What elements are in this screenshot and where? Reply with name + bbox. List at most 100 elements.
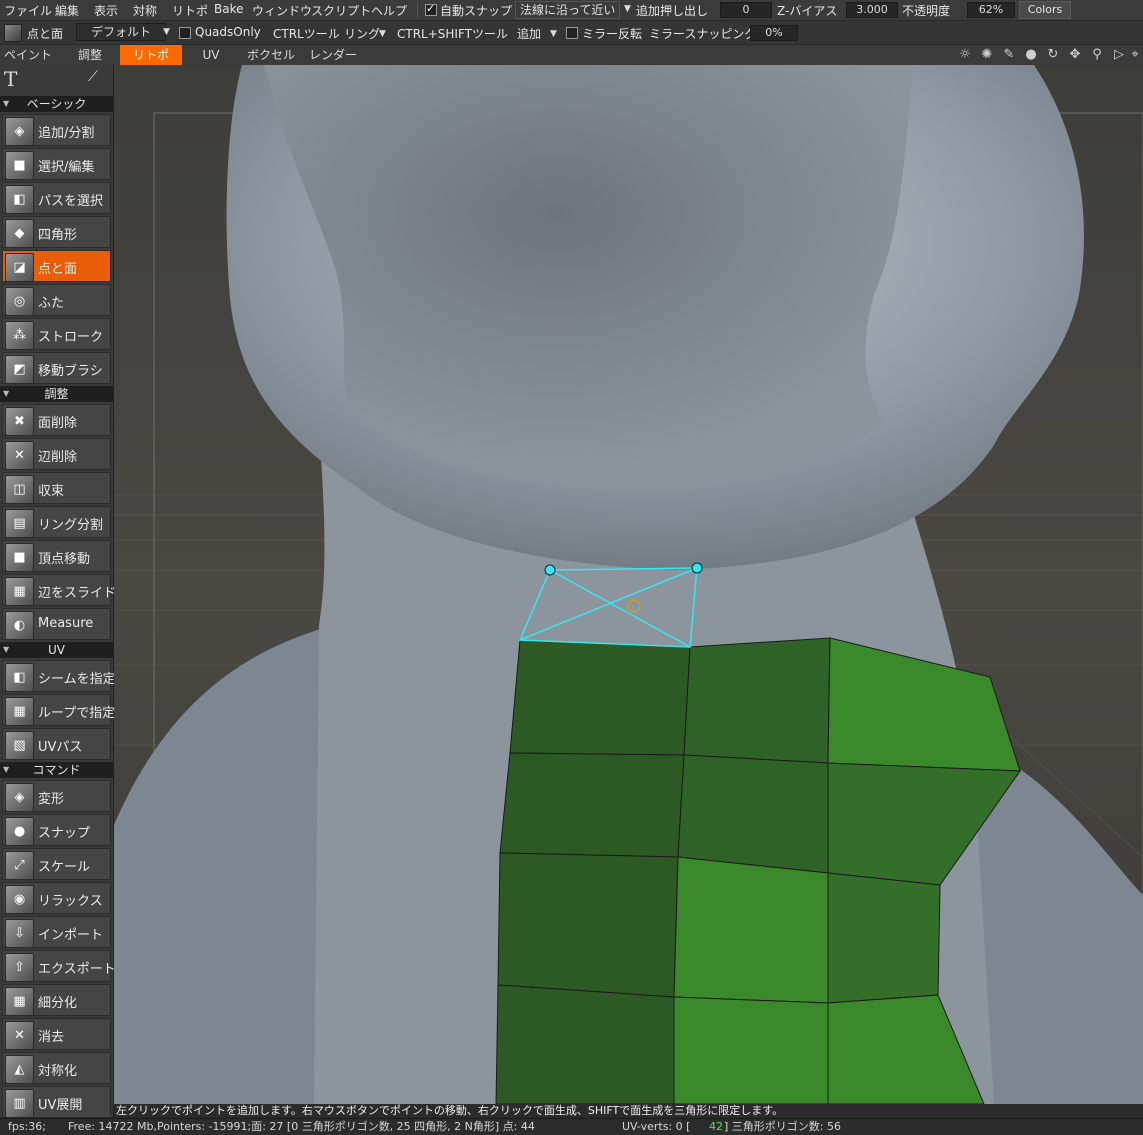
tab-render[interactable]: レンダー <box>305 45 361 65</box>
zbias-field[interactable]: 3.000 <box>846 2 898 18</box>
light-bulb-icon[interactable]: ✺ <box>979 47 995 63</box>
quads-only-label: QuadsOnly <box>195 25 261 39</box>
3d-viewport[interactable] <box>114 65 1143 1104</box>
frame-all-icon[interactable]: ⌖ <box>1129 47 1141 63</box>
menu-view[interactable]: 表示 <box>94 2 118 19</box>
tool-scale[interactable]: ⤢ スケール <box>2 848 111 880</box>
fps-readout: fps:36; <box>8 1120 46 1133</box>
text-tool-icon[interactable]: T <box>4 67 34 91</box>
viewport-scene <box>114 65 1143 1104</box>
colors-button[interactable]: Colors <box>1019 1 1071 19</box>
tool-uv-path[interactable]: ▧ UVパス <box>2 728 111 760</box>
menu-script[interactable]: スクリプト <box>311 2 371 19</box>
retopo-mesh <box>495 637 1021 1104</box>
tool-move-brush[interactable]: ◩ 移動ブラシ <box>2 352 111 384</box>
snap-icon: ● <box>5 817 34 846</box>
tool-uv-unwrap[interactable]: ▥ UV展開 <box>2 1086 111 1118</box>
tool-collapse[interactable]: ◫ 収束 <box>2 472 111 504</box>
ring-split-icon: ▤ <box>5 509 34 538</box>
menu-file[interactable]: ファイル <box>4 2 52 19</box>
section-command[interactable]: コマンド <box>0 762 113 778</box>
mirror-checkbox[interactable] <box>566 27 578 39</box>
cap-icon: ◎ <box>5 287 34 316</box>
vertex-handle[interactable] <box>544 564 556 576</box>
play-icon[interactable]: ▷ <box>1111 47 1127 63</box>
extrude-field[interactable]: 0 <box>720 2 772 18</box>
tool-mark-loops[interactable]: ▦ ループで指定 <box>2 694 115 726</box>
quads-only-checkbox[interactable] <box>179 27 191 39</box>
import-icon: ⇩ <box>5 919 34 948</box>
tool-add-split[interactable]: ◈ 追加/分割 <box>2 114 111 146</box>
menu-help[interactable]: ヘルプ <box>371 2 407 19</box>
tool-select-path[interactable]: ◧ パスを選択 <box>2 182 111 214</box>
zbias-label: Z-バイアス <box>777 4 838 18</box>
slide-edge-icon: ▦ <box>5 577 34 606</box>
uv-verts-count: 42 <box>709 1120 723 1133</box>
symmetrize-icon: ◭ <box>5 1055 34 1084</box>
move-icon[interactable]: ✥ <box>1067 47 1083 63</box>
sun-icon[interactable]: ☼ <box>957 47 973 63</box>
brush-icon[interactable]: ⟋ <box>88 69 104 85</box>
preset-dropdown[interactable]: デフォルト <box>76 23 166 41</box>
menu-symmetry[interactable]: 対称 <box>133 2 157 19</box>
section-basic[interactable]: ベーシック <box>0 96 113 112</box>
tool-subdivide[interactable]: ▦ 細分化 <box>2 984 111 1016</box>
tool-move-vertex[interactable]: ■ 頂点移動 <box>2 540 111 572</box>
relax-icon: ◉ <box>5 885 34 914</box>
tool-symmetrize[interactable]: ◭ 対称化 <box>2 1052 111 1084</box>
tool-delete-face[interactable]: ✖ 面削除 <box>2 404 111 436</box>
move-brush-icon: ◩ <box>5 355 34 384</box>
tab-uv[interactable]: UV <box>190 45 232 65</box>
vertex-handle[interactable] <box>691 562 703 574</box>
add-split-icon: ◈ <box>5 117 34 146</box>
tool-measure[interactable]: ◐ Measure <box>2 608 111 640</box>
tab-paint[interactable]: ペイント <box>0 45 56 65</box>
tool-clear[interactable]: ✕ 消去 <box>2 1018 111 1050</box>
menu-window[interactable]: ウィンドウ <box>252 2 312 19</box>
loops-icon: ▦ <box>5 697 34 726</box>
points-faces-icon: ◪ <box>5 253 34 282</box>
tool-quad[interactable]: ◆ 四角形 <box>2 216 111 248</box>
tool-stroke[interactable]: ⁂ ストローク <box>2 318 111 350</box>
tab-voxel[interactable]: ボクセル <box>240 45 302 65</box>
tool-transform[interactable]: ◈ 変形 <box>2 780 111 812</box>
tool-options-bar: 点と面 デフォルト ▼ QuadsOnly CTRLツール リング ▼ CTRL… <box>0 21 1143 45</box>
menu-separator <box>417 2 418 18</box>
ctrl-tool-dropdown[interactable]: リング <box>344 25 380 42</box>
opacity-field[interactable]: 62% <box>967 2 1015 18</box>
snap-mode-dropdown[interactable]: 法線に沿って近い <box>515 1 621 19</box>
ctrl-shift-tool-dropdown[interactable]: 追加 <box>517 25 541 42</box>
menu-edit[interactable]: 編集 <box>55 2 79 19</box>
auto-snap-checkbox[interactable] <box>425 2 437 16</box>
tab-adjust[interactable]: 調整 <box>62 45 118 65</box>
rotate-icon[interactable]: ↻ <box>1045 47 1061 63</box>
tool-delete-edge[interactable]: ✕ 辺削除 <box>2 438 111 470</box>
tool-points-faces[interactable]: ◪ 点と面 <box>2 250 111 282</box>
chevron-down-icon: ▼ <box>624 4 631 14</box>
mirror-snap-field[interactable]: 0% <box>750 25 798 41</box>
tab-retopo[interactable]: リトポ <box>120 45 182 65</box>
menu-retopo[interactable]: リトポ <box>172 2 208 19</box>
move-vertex-icon: ■ <box>5 543 34 572</box>
hint-text: 左クリックでポイントを追加します。右マウスボタンでポイントの移動、右クリックで面… <box>116 1104 784 1117</box>
scale-icon: ⤢ <box>5 851 34 880</box>
tool-export[interactable]: ⇧ エクスポート <box>2 950 116 982</box>
tool-mark-seams[interactable]: ◧ シームを指定 <box>2 660 116 692</box>
tool-import[interactable]: ⇩ インポート <box>2 916 111 948</box>
uv-verts-label: UV-verts: 0 [ <box>622 1120 691 1133</box>
tool-ring-split[interactable]: ▤ リング分割 <box>2 506 111 538</box>
mirror-snap-label: ミラースナッピング <box>649 27 757 41</box>
tool-slide-edge[interactable]: ▦ 辺をスライド <box>2 574 116 606</box>
tool-relax[interactable]: ◉ リラックス <box>2 882 111 914</box>
tool-select-edit[interactable]: ■ 選択/編集 <box>2 148 111 180</box>
zoom-icon[interactable]: ⚲ <box>1089 47 1105 63</box>
menu-bake[interactable]: Bake <box>214 2 244 16</box>
droplet-icon[interactable]: ● <box>1023 47 1039 63</box>
tool-cap[interactable]: ◎ ふた <box>2 284 111 316</box>
opacity-label: 不透明度 <box>902 4 951 18</box>
tool-snap[interactable]: ● スナップ <box>2 814 111 846</box>
section-uv[interactable]: UV <box>0 642 113 658</box>
room-tabs: ペイント 調整 リトポ UV ボクセル レンダー ☼ ✺ ✎ ● ↻ ✥ ⚲ ▷… <box>0 45 1143 65</box>
pen-icon[interactable]: ✎ <box>1001 47 1017 63</box>
section-adjust[interactable]: 調整 <box>0 386 113 402</box>
